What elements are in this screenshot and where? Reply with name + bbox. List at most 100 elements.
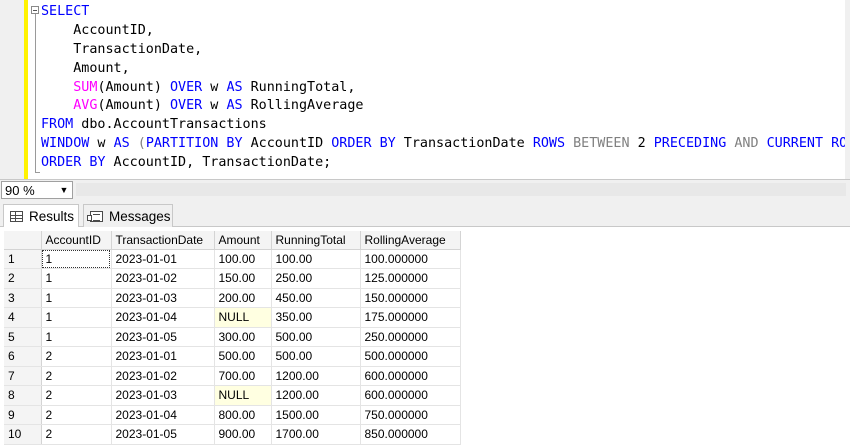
column-header[interactable]: TransactionDate bbox=[111, 231, 215, 250]
grid-cell[interactable]: 500.00 bbox=[271, 327, 361, 347]
grid-cell[interactable]: 450.00 bbox=[271, 288, 361, 308]
table-row[interactable]: 5 1 2023-01-05 300.00 500.00 250.000000 bbox=[4, 327, 461, 347]
grid-cell[interactable]: 700.00 bbox=[214, 366, 272, 386]
grid-cell[interactable]: 1 bbox=[41, 288, 112, 308]
code-token: WINDOW bbox=[41, 136, 90, 152]
grid-cell[interactable]: 300.00 bbox=[214, 327, 272, 347]
code-token: OVER bbox=[170, 98, 203, 114]
code-line[interactable]: SELECT bbox=[41, 3, 850, 22]
table-row[interactable]: 4 1 2023-01-04 NULL 350.00 175.000000 bbox=[4, 307, 461, 328]
grid-cell[interactable]: 100.00 bbox=[271, 249, 361, 269]
grid-cell[interactable]: 800.00 bbox=[214, 405, 272, 425]
grid-cell[interactable]: 500.00 bbox=[271, 346, 361, 367]
tab-results-label: Results bbox=[29, 208, 75, 224]
code-line[interactable]: Amount, bbox=[41, 60, 850, 79]
row-number[interactable]: 5 bbox=[4, 327, 42, 347]
grid-cell[interactable]: 600.000000 bbox=[360, 385, 461, 406]
grid-cell[interactable]: NULL bbox=[214, 307, 272, 328]
collapse-icon[interactable] bbox=[31, 6, 39, 14]
grid-cell[interactable]: 200.00 bbox=[214, 288, 272, 308]
grid-cell[interactable]: 1500.00 bbox=[271, 405, 361, 425]
grid-cell[interactable]: 2 bbox=[41, 424, 112, 445]
grid-cell[interactable]: 2 bbox=[41, 346, 112, 367]
column-header[interactable]: AccountID bbox=[41, 231, 112, 250]
table-row[interactable]: 1 1 2023-01-01 100.00 100.00 100.000000 bbox=[4, 249, 461, 269]
code-token: w bbox=[202, 98, 227, 114]
grid-cell[interactable]: 1200.00 bbox=[271, 385, 361, 406]
grid-cell[interactable]: 750.000000 bbox=[360, 405, 461, 425]
column-header[interactable]: Amount bbox=[214, 231, 272, 250]
grid-cell[interactable]: 500.000000 bbox=[360, 346, 461, 367]
column-header[interactable]: RunningTotal bbox=[271, 231, 361, 250]
grid-cell[interactable]: NULL bbox=[214, 385, 272, 406]
grid-cell[interactable]: 2023-01-03 bbox=[111, 288, 215, 308]
grid-cell[interactable]: 125.000000 bbox=[360, 268, 461, 289]
table-row[interactable]: 9 2 2023-01-04 800.00 1500.00 750.000000 bbox=[4, 405, 461, 425]
grid-cell[interactable]: 1 bbox=[41, 327, 112, 347]
grid-cell[interactable]: 1 bbox=[41, 268, 112, 289]
grid-cell[interactable]: 150.00 bbox=[214, 268, 272, 289]
grid-cell[interactable]: 850.000000 bbox=[360, 424, 461, 445]
sql-code[interactable]: SELECT AccountID, TransactionDate, Amoun… bbox=[41, 3, 850, 173]
table-row[interactable]: 7 2 2023-01-02 700.00 1200.00 600.000000 bbox=[4, 366, 461, 386]
grid-cell[interactable]: 2023-01-04 bbox=[111, 405, 215, 425]
grid-cell[interactable]: 100.00 bbox=[214, 249, 272, 269]
grid-cell[interactable]: 2023-01-01 bbox=[111, 249, 215, 269]
grid-cell[interactable]: 250.00 bbox=[271, 268, 361, 289]
row-number[interactable]: 9 bbox=[4, 405, 42, 425]
table-row[interactable]: 2 1 2023-01-02 150.00 250.00 125.000000 bbox=[4, 268, 461, 289]
query-editor[interactable]: SELECT AccountID, TransactionDate, Amoun… bbox=[0, 0, 850, 179]
grid-cell[interactable]: 2023-01-02 bbox=[111, 366, 215, 386]
grid-cell[interactable]: 350.00 bbox=[271, 307, 361, 328]
grid-cell[interactable]: 2 bbox=[41, 366, 112, 386]
grid-cell[interactable]: 2023-01-02 bbox=[111, 268, 215, 289]
tab-messages[interactable]: Messages bbox=[83, 204, 173, 227]
code-token: w bbox=[89, 136, 114, 152]
row-number[interactable]: 10 bbox=[4, 424, 42, 445]
grid-cell[interactable]: 600.000000 bbox=[360, 366, 461, 386]
code-line[interactable]: SUM(Amount) OVER w AS RunningTotal, bbox=[41, 79, 850, 98]
grid-cell[interactable]: 1 bbox=[41, 249, 112, 269]
row-number[interactable]: 2 bbox=[4, 268, 42, 289]
grid-cell[interactable]: 2023-01-03 bbox=[111, 385, 215, 406]
grid-cell[interactable]: 2023-01-05 bbox=[111, 327, 215, 347]
row-number[interactable]: 4 bbox=[4, 307, 42, 328]
grid-cell[interactable]: 1700.00 bbox=[271, 424, 361, 445]
table-row[interactable]: 3 1 2023-01-03 200.00 450.00 150.000000 bbox=[4, 288, 461, 308]
code-line[interactable]: ORDER BY AccountID, TransactionDate; bbox=[41, 154, 850, 173]
row-number[interactable]: 6 bbox=[4, 346, 42, 367]
row-number[interactable]: 8 bbox=[4, 385, 42, 406]
grid-cell[interactable]: 150.000000 bbox=[360, 288, 461, 308]
code-line[interactable]: AccountID, bbox=[41, 22, 850, 41]
code-line[interactable]: FROM dbo.AccountTransactions bbox=[41, 116, 850, 135]
code-line[interactable]: AVG(Amount) OVER w AS RollingAverage bbox=[41, 97, 850, 116]
grid-cell[interactable]: 2023-01-04 bbox=[111, 307, 215, 328]
table-row[interactable]: 6 2 2023-01-01 500.00 500.00 500.000000 bbox=[4, 346, 461, 367]
grid-cell[interactable]: 100.000000 bbox=[360, 249, 461, 269]
editor-horizontal-scrollbar[interactable] bbox=[76, 183, 846, 196]
grid-cell[interactable]: 250.000000 bbox=[360, 327, 461, 347]
grid-cell[interactable]: 1 bbox=[41, 307, 112, 328]
grid-cell[interactable]: 175.000000 bbox=[360, 307, 461, 328]
grid-corner[interactable] bbox=[4, 231, 42, 250]
row-number[interactable]: 3 bbox=[4, 288, 42, 308]
row-number[interactable]: 7 bbox=[4, 366, 42, 386]
grid-cell[interactable]: 2023-01-05 bbox=[111, 424, 215, 445]
grid-cell[interactable]: 2 bbox=[41, 405, 112, 425]
table-row[interactable]: 8 2 2023-01-03 NULL 1200.00 600.000000 bbox=[4, 385, 461, 406]
chevron-down-icon[interactable]: ▼ bbox=[58, 184, 70, 196]
grid-cell[interactable]: 1200.00 bbox=[271, 366, 361, 386]
grid-cell[interactable]: 2023-01-01 bbox=[111, 346, 215, 367]
code-line[interactable]: TransactionDate, bbox=[41, 41, 850, 60]
grid-cell[interactable]: 500.00 bbox=[214, 346, 272, 367]
table-row[interactable]: 10 2 2023-01-05 900.00 1700.00 850.000000 bbox=[4, 424, 461, 445]
grid-cell[interactable]: 900.00 bbox=[214, 424, 272, 445]
tab-results[interactable]: Results bbox=[3, 204, 79, 227]
column-header[interactable]: RollingAverage bbox=[360, 231, 461, 250]
row-number[interactable]: 1 bbox=[4, 249, 42, 269]
editor-vertical-scrollbar[interactable] bbox=[845, 0, 850, 179]
code-line[interactable]: WINDOW w AS (PARTITION BY AccountID ORDE… bbox=[41, 135, 850, 154]
grid-cell[interactable]: 2 bbox=[41, 385, 112, 406]
zoom-select[interactable]: 90 % ▼ bbox=[1, 181, 73, 199]
code-token: AS bbox=[113, 136, 130, 152]
